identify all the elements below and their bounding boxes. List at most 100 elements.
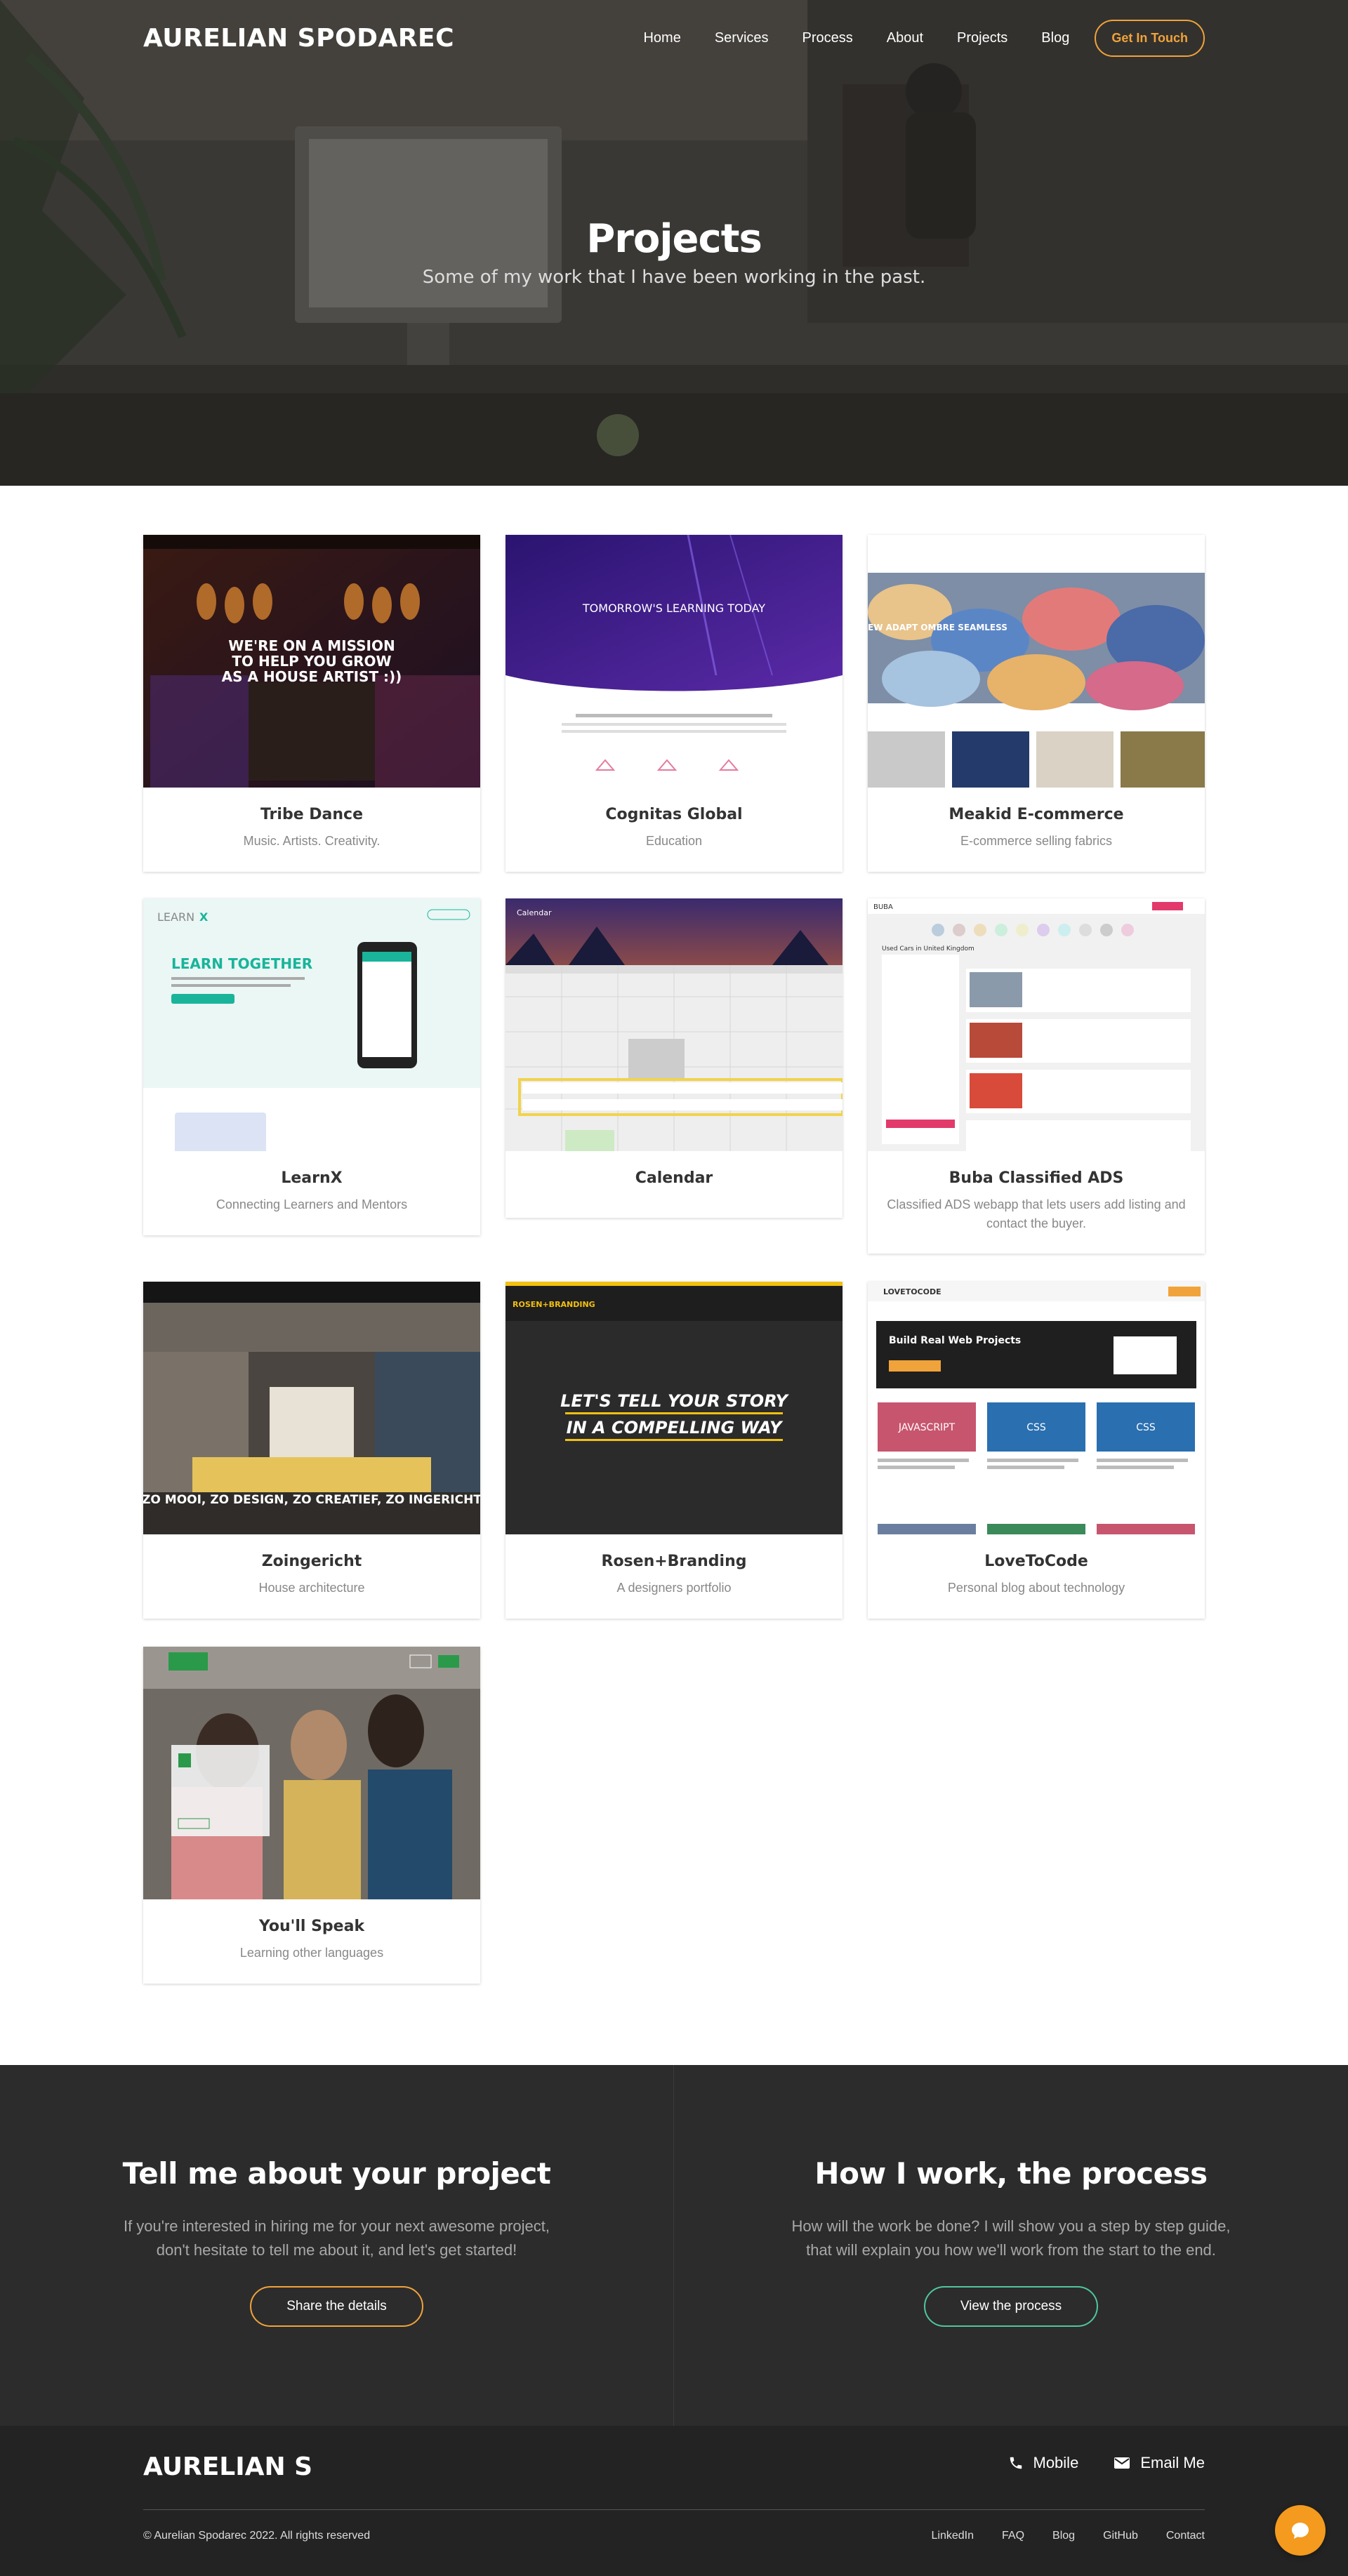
project-thumbnail: ROSEN+BRANDING LET'S TELL YOUR STORY IN … [505,1282,842,1534]
cognitas-image: TOMORROW'S LEARNING TODAY [505,535,842,788]
project-card-tribe-dance[interactable]: WE'RE ON A MISSION TO HELP YOU GROW AS A… [143,535,480,872]
svg-text:LOVETOCODE: LOVETOCODE [883,1287,941,1296]
nav-process[interactable]: Process [802,30,853,46]
project-description: House architecture [258,1581,365,1595]
nav-services[interactable]: Services [715,30,769,46]
nav-blog[interactable]: Blog [1041,30,1069,46]
project-description: Connecting Learners and Mentors [216,1197,408,1211]
main-menu: Home Services Process About Projects Blo… [643,19,1205,57]
footer-contacts: Mobile Email Me [1008,2454,1205,2472]
svg-text:Build Real Web Projects: Build Real Web Projects [889,1335,1021,1346]
footer-link-contact[interactable]: Contact [1166,2530,1205,2542]
project-thumbnail: ZO MOOI, ZO DESIGN, ZO CREATIEF, ZO INGE… [143,1282,480,1534]
chat-widget-button[interactable] [1275,2505,1326,2556]
share-details-button[interactable]: Share the details [250,2286,423,2327]
project-thumbnail: EW ADAPT OMBRE SEAMLESS [868,535,1205,788]
chat-bubble-icon [1292,2523,1309,2539]
project-thumbnail: LOVETOCODE Build Real Web Projects JAVAS… [868,1282,1205,1534]
svg-text:Used Cars in United Kingdom: Used Cars in United Kingdom [882,945,974,952]
process-cta-title: How I work, the process [814,2156,1208,2191]
svg-text:ROSEN+BRANDING: ROSEN+BRANDING [513,1300,595,1309]
project-description: A designers portfolio [616,1581,732,1595]
svg-text:TOMORROW'S LEARNING TODAY: TOMORROW'S LEARNING TODAY [582,602,765,615]
nav-about[interactable]: About [887,30,923,46]
project-thumbnail [143,1647,480,1899]
project-title: Tribe Dance [260,806,364,823]
footer-link-faq[interactable]: FAQ [1002,2530,1024,2542]
project-thumbnail: TOMORROW'S LEARNING TODAY [505,535,842,788]
project-cta-title: Tell me about your project [122,2156,551,2191]
mobile-label: Mobile [1033,2454,1079,2471]
email-link[interactable]: Email Me [1114,2454,1205,2472]
svg-text:CSS: CSS [1026,1422,1046,1433]
project-description: Music. Artists. Creativity. [243,834,381,848]
svg-text:JAVASCRIPT: JAVASCRIPT [898,1422,956,1433]
meakid-image: EW ADAPT OMBRE SEAMLESS [868,535,1205,788]
lovetocode-image: LOVETOCODE Build Real Web Projects JAVAS… [868,1282,1205,1534]
svg-text:LET'S TELL YOUR STORY: LET'S TELL YOUR STORY [560,1391,789,1411]
project-card-cognitas-global[interactable]: TOMORROW'S LEARNING TODAY Cognitas Globa… [505,535,842,872]
nav-projects[interactable]: Projects [957,30,1007,46]
svg-text:LEARN TOGETHER: LEARN TOGETHER [171,955,312,972]
process-cta: How I work, the process How will the wor… [674,2065,1348,2426]
footer-divider [143,2509,1205,2510]
project-card-youll-speak[interactable]: You'll Speak Learning other languages [143,1647,480,1984]
svg-text:BUBA: BUBA [873,903,893,911]
project-card-zoingericht[interactable]: ZO MOOI, ZO DESIGN, ZO CREATIEF, ZO INGE… [143,1282,480,1619]
svg-text:AS A HOUSE ARTIST :)): AS A HOUSE ARTIST :)) [222,668,402,685]
svg-text:X: X [199,910,209,924]
project-title: Meakid E-commerce [949,806,1124,823]
project-thumbnail: Calendar [505,898,842,1151]
footer-link-blog[interactable]: Blog [1052,2530,1075,2542]
svg-text:LEARN: LEARN [157,910,194,924]
phone-icon [1010,2457,1022,2469]
svg-text:Calendar: Calendar [517,908,552,917]
project-title: LearnX [281,1169,343,1187]
project-title: You'll Speak [258,1918,365,1935]
project-card-rosen-branding[interactable]: ROSEN+BRANDING LET'S TELL YOUR STORY IN … [505,1282,842,1619]
nav-home[interactable]: Home [643,30,680,46]
top-nav: AURELIAN SPODAREC Home Services Process … [143,18,1205,58]
youll-speak-image [143,1647,480,1899]
rosen-image: ROSEN+BRANDING LET'S TELL YOUR STORY IN … [505,1282,842,1534]
project-card-calendar[interactable]: Calendar Calendar [505,898,842,1218]
project-title: Rosen+Branding [601,1553,747,1570]
project-description: Learning other languages [239,1946,384,1960]
project-card-buba-classified[interactable]: BUBA Used Cars in United Kingdom Buba Cl… [868,898,1205,1254]
get-in-touch-button[interactable]: Get In Touch [1095,19,1205,57]
page-subtitle: Some of my work that I have been working… [422,267,926,288]
project-title: Buba Classified ADS [949,1169,1124,1187]
project-description: Classified ADS webapp that lets users ad… [887,1197,1186,1230]
svg-text:TO HELP YOU GROW: TO HELP YOU GROW [232,653,391,670]
view-process-button[interactable]: View the process [923,2286,1099,2327]
svg-text:EW ADAPT OMBRE SEAMLESS: EW ADAPT OMBRE SEAMLESS [868,623,1007,632]
project-description: Personal blog about technology [947,1581,1125,1595]
svg-text:ZO MOOI, ZO DESIGN, ZO CREATIE: ZO MOOI, ZO DESIGN, ZO CREATIEF, ZO INGE… [143,1493,480,1507]
project-card-lovetocode[interactable]: LOVETOCODE Build Real Web Projects JAVAS… [868,1282,1205,1619]
project-card-meakid-ecommerce[interactable]: EW ADAPT OMBRE SEAMLESS Meakid E-commerc… [868,535,1205,872]
project-title: Cognitas Global [605,806,743,823]
svg-text:IN A COMPELLING WAY: IN A COMPELLING WAY [567,1418,784,1438]
mobile-link[interactable]: Mobile [1008,2454,1079,2472]
brand-logo[interactable]: AURELIAN SPODAREC [143,24,454,53]
copyright: © Aurelian Spodarec 2022. All rights res… [143,2530,371,2542]
project-description: Education [645,834,703,848]
project-thumbnail: WE'RE ON A MISSION TO HELP YOU GROW AS A… [143,535,480,788]
hero-section: AURELIAN SPODAREC Home Services Process … [0,0,1348,486]
project-title: LoveToCode [984,1553,1088,1570]
project-cta: Tell me about your project If you're int… [0,2065,674,2426]
project-cta-text: If you're interested in hiring me for yo… [123,2217,550,2259]
page-title: Projects [586,216,762,262]
footer-link-github[interactable]: GitHub [1103,2530,1138,2542]
footer: AURELIAN S Mobile Email Me © Aurelian Sp… [0,2426,1348,2576]
process-cta-text: How will the work be done? I will show y… [791,2217,1231,2259]
tribe-dance-image: WE'RE ON A MISSION TO HELP YOU GROW AS A… [143,535,480,788]
zoingericht-image: ZO MOOI, ZO DESIGN, ZO CREATIEF, ZO INGE… [143,1282,480,1534]
footer-links: LinkedIn FAQ Blog GitHub Contact [932,2530,1205,2542]
footer-brand[interactable]: AURELIAN S [143,2452,312,2481]
footer-link-linkedin[interactable]: LinkedIn [932,2530,974,2542]
cta-section: Tell me about your project If you're int… [0,2065,1348,2426]
project-thumbnail: BUBA Used Cars in United Kingdom [868,898,1205,1151]
project-title: Calendar [635,1169,713,1187]
project-card-learnx[interactable]: LEARN X LEARN TOGETHER LearnX Connecting… [143,898,480,1235]
